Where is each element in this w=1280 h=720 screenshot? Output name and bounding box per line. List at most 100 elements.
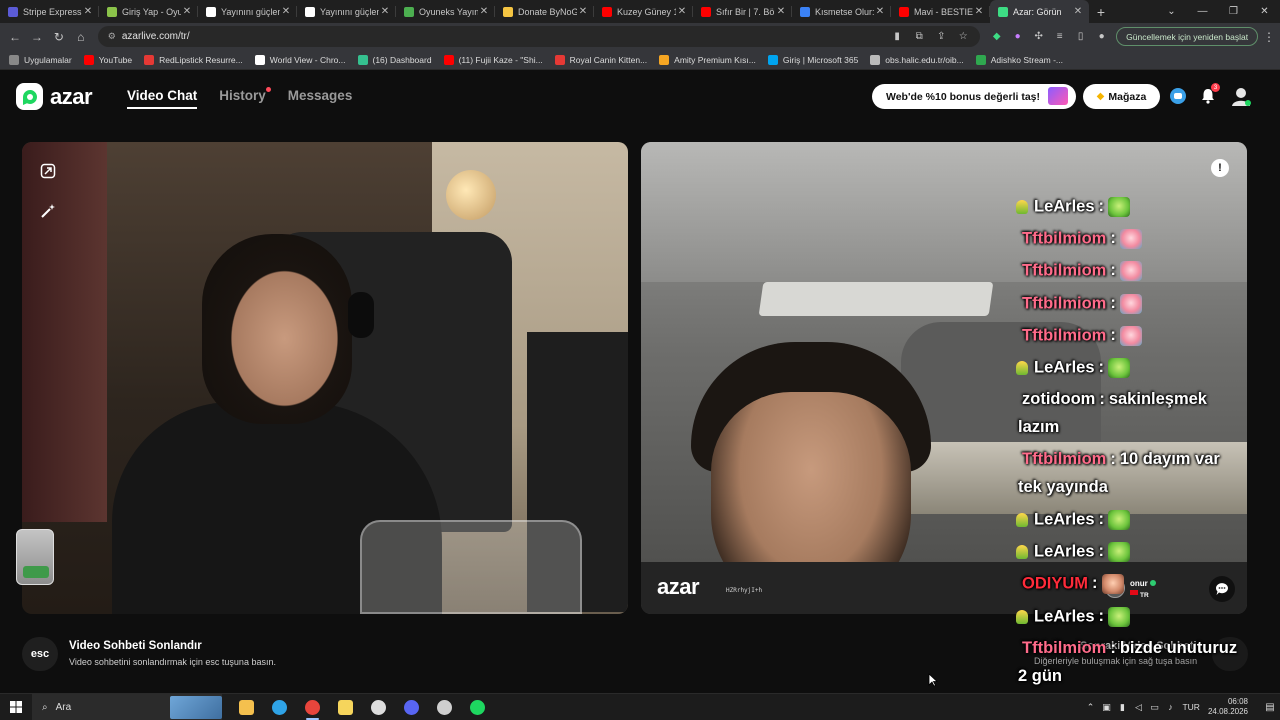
browser-tab[interactable]: Kısmetse Olur: A✕ xyxy=(792,0,891,23)
bookmark-item[interactable]: Giriş | Microsoft 365 xyxy=(767,54,858,65)
address-bar[interactable]: ⚙ azarlive.com/tr/ ▮ ⧉ ⇪ ☆ xyxy=(97,26,981,47)
back-button[interactable]: ← xyxy=(4,30,26,44)
volume-icon[interactable]: ◁ xyxy=(1130,702,1146,713)
bookmark-label: World View - Chro... xyxy=(269,54,346,65)
bookmark-star-icon[interactable]: ☆ xyxy=(952,31,974,42)
browser-tab[interactable]: Yayınını güçlend✕ xyxy=(198,0,297,23)
magic-filter-icon[interactable] xyxy=(36,199,60,223)
open-chat-icon[interactable] xyxy=(1209,576,1235,602)
taskbar-app-app-circle[interactable] xyxy=(428,694,461,720)
share-icon[interactable]: ⇪ xyxy=(930,31,952,42)
start-button[interactable] xyxy=(0,701,32,713)
browser-tab[interactable]: Donate ByNoGa ✕ xyxy=(495,0,594,23)
tab-close-icon[interactable]: ✕ xyxy=(181,6,193,17)
taskbar-search[interactable]: ⌕ Ara xyxy=(32,693,222,720)
home-button[interactable]: ⌂ xyxy=(70,30,92,44)
notification-bell-icon[interactable]: 3 xyxy=(1198,83,1220,106)
speaker-icon[interactable]: ♪ xyxy=(1162,702,1178,712)
minimize-button[interactable]: — xyxy=(1187,0,1218,23)
end-chat-esc-button[interactable]: esc xyxy=(22,637,58,671)
install-icon[interactable]: ⧉ xyxy=(908,31,930,42)
nav-tab[interactable]: Messages xyxy=(288,88,353,109)
tab-close-icon[interactable]: ✕ xyxy=(280,6,292,17)
tray-overflow-icon[interactable]: ⌃ xyxy=(1082,702,1098,713)
network-icon[interactable]: ▭ xyxy=(1146,702,1162,713)
bookmark-item[interactable]: Amity Premium Kısı... xyxy=(659,54,756,65)
tab-close-icon[interactable]: ✕ xyxy=(478,6,490,17)
bonus-promo-button[interactable]: Web'de %10 bonus değerli taş! xyxy=(872,84,1076,109)
browser-tab[interactable]: Sıfır Bir | 7. Bölü ✕ xyxy=(693,0,792,23)
report-alert-icon[interactable]: ! xyxy=(1211,159,1229,177)
microphone-icon[interactable]: ▮ xyxy=(1114,702,1130,713)
browser-tab[interactable]: Giriş Yap - Oyun✕ xyxy=(99,0,198,23)
browser-tab[interactable]: Mavi - BESTIEEE✕ xyxy=(891,0,990,23)
notification-badge: 3 xyxy=(1211,83,1220,92)
taskbar-app-obs[interactable] xyxy=(362,694,395,720)
reload-button[interactable]: ↻ xyxy=(48,30,70,44)
store-button[interactable]: ◆ Mağaza xyxy=(1083,84,1160,109)
camera-icon[interactable]: ▮ xyxy=(886,31,908,42)
site-info-icon[interactable]: ⚙ xyxy=(108,31,116,42)
tab-close-icon[interactable]: ✕ xyxy=(973,6,985,17)
chat-message: lazım xyxy=(1018,418,1059,437)
tray-app-icon[interactable]: ▣ xyxy=(1098,702,1114,713)
spotify-icon xyxy=(470,699,485,715)
bookmark-item[interactable]: RedLipstick Resurre... xyxy=(144,54,243,65)
tab-close-icon[interactable]: ✕ xyxy=(676,6,688,17)
bookmark-item[interactable]: Royal Canin Kitten... xyxy=(554,54,647,65)
bookmark-item[interactable]: (11) Fujii Kaze - "Shi... xyxy=(443,54,543,65)
extensions-puzzle-icon[interactable]: ✣ xyxy=(1028,31,1049,42)
expand-video-icon[interactable] xyxy=(36,159,60,183)
nav-tab[interactable]: History xyxy=(219,87,271,109)
profile-icon[interactable]: ● xyxy=(1091,31,1112,42)
browser-tab[interactable]: Oyuneks Yayınc ✕ xyxy=(396,0,495,23)
tab-close-icon[interactable]: ✕ xyxy=(577,6,589,17)
bookmark-item[interactable]: World View - Chro... xyxy=(254,54,346,65)
browser-menu-icon[interactable]: ⋮ xyxy=(1258,30,1280,44)
tab-close-icon[interactable]: ✕ xyxy=(775,6,787,17)
clock[interactable]: 06:08 24.08.2026 xyxy=(1208,697,1248,717)
taskbar-app-notes[interactable] xyxy=(329,694,362,720)
chat-username: LeArles xyxy=(1034,510,1095,529)
taskbar-app-spotify[interactable] xyxy=(461,694,494,720)
tab-search-icon[interactable]: ⌄ xyxy=(1156,0,1187,23)
tab-close-icon[interactable]: ✕ xyxy=(82,6,94,17)
gem-jar-icon[interactable] xyxy=(16,529,54,585)
chat-bubble-icon[interactable] xyxy=(1168,86,1188,106)
new-tab-button[interactable]: + xyxy=(1089,4,1113,20)
bookmark-favicon-icon xyxy=(554,54,565,65)
extension-shield-icon[interactable]: ◆ xyxy=(986,31,1007,42)
taskbar-app-edge[interactable] xyxy=(263,694,296,720)
update-restart-button[interactable]: Güncellemek için yeniden başlat xyxy=(1116,27,1259,46)
media-control-icon[interactable]: ≡ xyxy=(1049,31,1070,42)
notification-center-icon[interactable]: ▤ xyxy=(1260,702,1280,713)
bookmark-item[interactable]: YouTube xyxy=(83,54,132,65)
system-tray: ⌃ ▣ ▮ ◁ ▭ ♪ TUR 06:08 24.08.2026 ▤ xyxy=(1082,694,1280,720)
close-window-button[interactable]: ✕ xyxy=(1249,0,1280,23)
tab-close-icon[interactable]: ✕ xyxy=(379,6,391,17)
tab-close-icon[interactable]: ✕ xyxy=(874,6,886,17)
azar-logo[interactable]: azar xyxy=(16,83,93,110)
bookmark-item[interactable]: Adishko Stream -... xyxy=(975,54,1063,65)
profile-avatar[interactable] xyxy=(1229,84,1253,108)
bookmark-item[interactable]: Uygulamalar xyxy=(9,54,72,65)
input-language[interactable]: TUR xyxy=(1182,702,1199,712)
browser-tab[interactable]: Yayınını güçlend✕ xyxy=(297,0,396,23)
bookmark-item[interactable]: (16) Dashboard xyxy=(357,54,432,65)
bookmark-item[interactable]: obs.halic.edu.tr/oib... xyxy=(870,54,964,65)
restore-button[interactable]: ❐ xyxy=(1218,0,1249,23)
taskbar-app-discord[interactable] xyxy=(395,694,428,720)
taskbar-app-file-explorer[interactable] xyxy=(230,694,263,720)
taskbar-app-chrome[interactable] xyxy=(296,694,329,720)
side-panel-icon[interactable]: ▯ xyxy=(1070,31,1091,42)
browser-tab[interactable]: Azar: Görün ✕ xyxy=(990,0,1089,23)
extension-purple-icon[interactable]: ● xyxy=(1007,31,1028,42)
nav-tab[interactable]: Video Chat xyxy=(127,88,198,109)
browser-tab[interactable]: Stripe Express ✕ xyxy=(0,0,99,23)
tab-favicon-icon xyxy=(998,6,1008,17)
bookmark-favicon-icon xyxy=(659,54,670,65)
browser-tab[interactable]: Kuzey Güney 11✕ xyxy=(594,0,693,23)
clock-date: 24.08.2026 xyxy=(1207,707,1248,716)
forward-button[interactable]: → xyxy=(26,30,48,44)
tab-close-icon[interactable]: ✕ xyxy=(1072,6,1084,17)
